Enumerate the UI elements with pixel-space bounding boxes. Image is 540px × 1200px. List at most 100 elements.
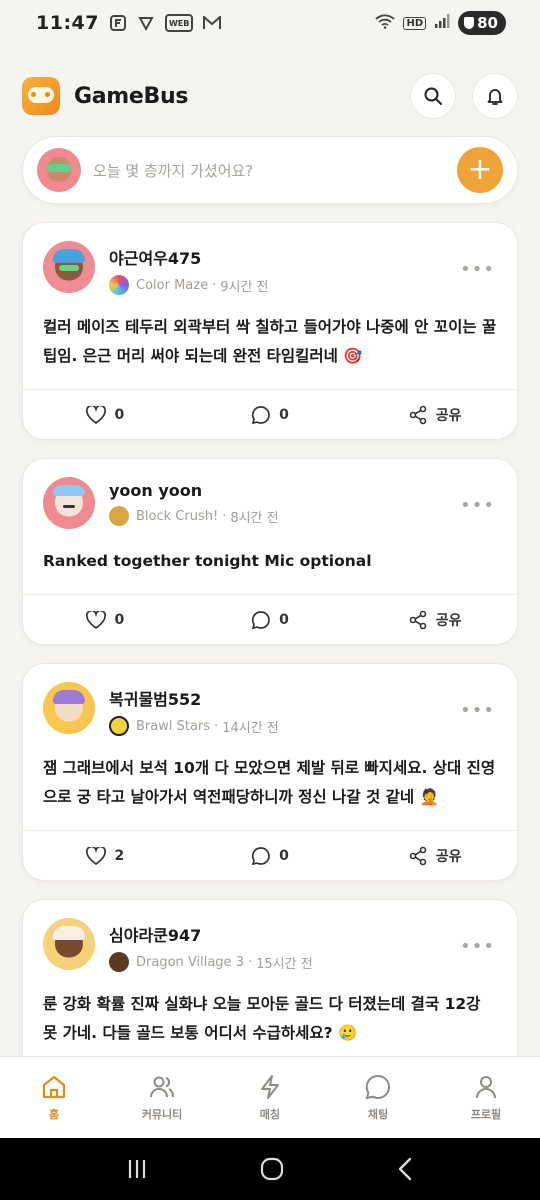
comment-count: 0 (279, 406, 289, 423)
post-time: 9시간 전 (220, 279, 269, 295)
game-name[interactable]: Color Maze (136, 278, 208, 293)
dragon-village-icon (109, 952, 129, 972)
nav-community[interactable]: 커뮤니티 (108, 1073, 216, 1122)
author-name[interactable]: yoon yoon (109, 481, 279, 500)
share-icon (409, 846, 427, 865)
author-name[interactable]: 심야라쿤947 (109, 922, 313, 946)
profile-icon (476, 1076, 496, 1099)
like-count: 2 (114, 847, 125, 864)
comment-button[interactable]: 0 (188, 846, 353, 866)
chat-icon (365, 1074, 390, 1100)
heart-icon (86, 610, 107, 629)
nav-home[interactable]: 홈 (0, 1073, 108, 1122)
comment-count: 0 (279, 611, 289, 628)
community-icon (150, 1076, 174, 1098)
comment-icon (251, 610, 270, 629)
search-icon (424, 87, 442, 105)
post-body: 컬러 메이즈 테두리 외곽부터 싹 칠하고 들어가야 나중에 안 꼬이는 꿀팁임… (43, 318, 497, 365)
my-avatar (37, 148, 81, 192)
bell-icon (487, 89, 503, 105)
share-button[interactable]: 공유 (352, 405, 517, 425)
feed: 야근여우475 Color Maze · 9시간 전 ••• 컬러 메이즈 테두… (22, 222, 518, 1125)
signal-icon (434, 13, 450, 33)
nav-matching[interactable]: 매칭 (216, 1073, 324, 1122)
heart-icon (86, 405, 107, 424)
comment-icon (251, 405, 270, 424)
block-crush-icon (109, 506, 129, 526)
comment-count: 0 (279, 847, 289, 864)
wifi-icon (375, 13, 396, 33)
nav-profile[interactable]: 프로필 (432, 1073, 540, 1122)
status-bar: 11:47 WEB HD 80 (0, 0, 540, 46)
nav-matching-label: 매칭 (259, 1108, 281, 1121)
nav-home-label: 홈 (48, 1108, 60, 1121)
author-name[interactable]: 야근여우475 (109, 245, 269, 269)
shield-icon (464, 17, 475, 29)
vpn-icon (137, 14, 155, 32)
battery-indicator: 80 (458, 11, 506, 35)
brawl-stars-icon (109, 716, 129, 736)
like-button[interactable]: 0 (23, 405, 188, 424)
share-label: 공유 (435, 848, 462, 865)
share-icon (409, 405, 427, 424)
plus-icon: + (467, 152, 493, 187)
more-options-button[interactable]: ••• (460, 936, 495, 957)
post-time: 15시간 전 (256, 956, 313, 972)
status-time: 11:47 (36, 12, 99, 34)
nav-chat-label: 채팅 (367, 1108, 389, 1121)
share-label: 공유 (435, 407, 462, 424)
back-button[interactable] (395, 1157, 415, 1181)
comment-button[interactable]: 0 (188, 610, 353, 630)
author-avatar[interactable] (43, 241, 95, 293)
nav-community-label: 커뮤니티 (141, 1108, 183, 1121)
notifications-button[interactable] (472, 73, 518, 119)
post-card[interactable]: 복귀물범552 Brawl Stars · 14시간 전 ••• 잼 그래브에서… (22, 663, 518, 881)
post-body: 룬 강화 확률 진짜 실화냐 오늘 모아둔 골드 다 터졌는데 결국 12강 못… (43, 995, 481, 1042)
game-name[interactable]: Dragon Village 3 (136, 955, 244, 970)
bottom-nav: 홈 커뮤니티 매칭 채팅 프로필 (0, 1056, 540, 1138)
post-card[interactable]: yoon yoon Block Crush! · 8시간 전 ••• Ranke… (22, 458, 518, 645)
heart-icon (86, 846, 107, 865)
post-card[interactable]: 야근여우475 Color Maze · 9시간 전 ••• 컬러 메이즈 테두… (22, 222, 518, 440)
author-avatar[interactable] (43, 918, 95, 970)
more-options-button[interactable]: ••• (460, 495, 495, 516)
nav-profile-label: 프로필 (470, 1108, 502, 1121)
like-button[interactable]: 0 (23, 610, 188, 629)
game-name[interactable]: Brawl Stars (136, 719, 210, 734)
share-button[interactable]: 공유 (352, 846, 517, 866)
gmail-icon (203, 14, 222, 32)
search-button[interactable] (410, 73, 456, 119)
post-time: 8시간 전 (230, 510, 279, 526)
add-post-button[interactable]: + (457, 147, 503, 193)
brand: GameBus (22, 77, 188, 115)
composer-input[interactable]: 오늘 몇 층까지 가셨어요? (93, 160, 457, 181)
app-title: GameBus (74, 83, 189, 109)
share-icon (409, 610, 427, 629)
like-count: 0 (114, 406, 125, 423)
recent-apps-button[interactable] (125, 1158, 149, 1180)
author-name[interactable]: 복귀물범552 (109, 686, 279, 710)
color-maze-icon (109, 275, 129, 295)
nav-chat[interactable]: 채팅 (324, 1073, 432, 1122)
share-label: 공유 (435, 612, 462, 629)
lightning-icon (261, 1075, 279, 1099)
home-button[interactable] (259, 1156, 285, 1182)
like-button[interactable]: 2 (23, 846, 188, 865)
author-avatar[interactable] (43, 477, 95, 529)
more-options-button[interactable]: ••• (460, 700, 495, 721)
comment-icon (251, 846, 270, 865)
hd-badge: HD (403, 16, 427, 30)
post-composer[interactable]: 오늘 몇 층까지 가셨어요? + (22, 136, 518, 204)
post-body: 잼 그래브에서 보석 10개 다 모았으면 제발 뒤로 빠지세요. 상대 진영으… (43, 759, 496, 806)
gamebus-logo-icon (22, 77, 60, 115)
share-button[interactable]: 공유 (352, 610, 517, 630)
webtoon-icon: WEB (164, 14, 194, 32)
home-icon (42, 1075, 66, 1099)
game-name[interactable]: Block Crush! (136, 509, 218, 524)
battery-level: 80 (477, 14, 498, 32)
more-options-button[interactable]: ••• (460, 259, 495, 280)
author-avatar[interactable] (43, 682, 95, 734)
comment-button[interactable]: 0 (188, 405, 353, 425)
like-count: 0 (114, 611, 125, 628)
f-notification-icon (109, 14, 127, 32)
